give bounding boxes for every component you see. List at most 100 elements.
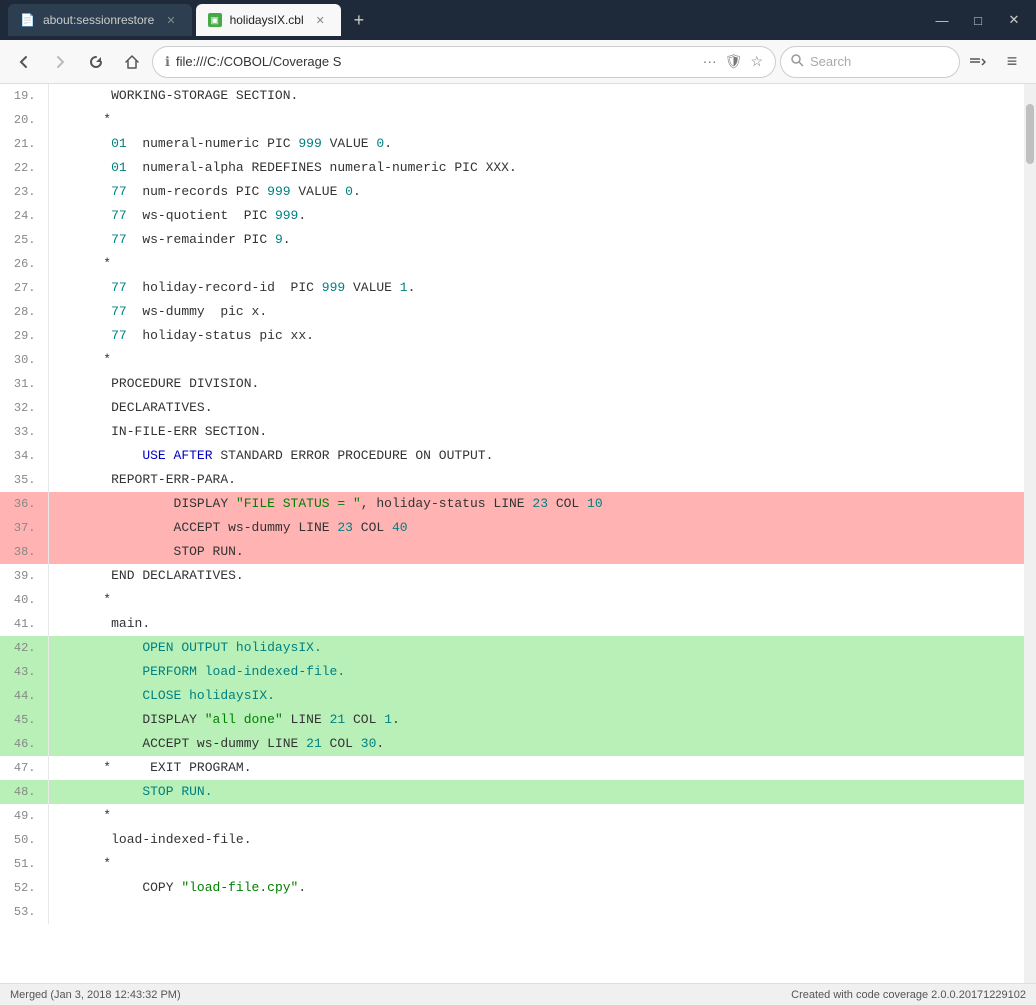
line-number: 46. bbox=[0, 732, 48, 756]
browser-window: 📄 about:sessionrestore ✕ ▣ holidaysIX.cb… bbox=[0, 0, 1036, 1005]
scrollbar[interactable] bbox=[1024, 84, 1036, 983]
close-button[interactable]: ✕ bbox=[1000, 9, 1028, 31]
nav-overflow-button[interactable] bbox=[964, 48, 992, 76]
line-number: 33. bbox=[0, 420, 48, 444]
table-row: 22. 01 numeral-alpha REDEFINES numeral-n… bbox=[0, 156, 1024, 180]
code-line: 77 holiday-status pic xx. bbox=[48, 324, 1024, 348]
more-options-icon[interactable]: ··· bbox=[703, 53, 717, 70]
code-line: load-indexed-file. bbox=[48, 828, 1024, 852]
hamburger-menu-button[interactable]: ≡ bbox=[996, 46, 1028, 78]
maximize-button[interactable]: □ bbox=[964, 9, 992, 31]
table-row: 51. * bbox=[0, 852, 1024, 876]
table-row: 37. ACCEPT ws-dummy LINE 23 COL 40 bbox=[0, 516, 1024, 540]
line-number: 22. bbox=[0, 156, 48, 180]
line-number: 25. bbox=[0, 228, 48, 252]
code-line: PROCEDURE DIVISION. bbox=[48, 372, 1024, 396]
table-row: 49. * bbox=[0, 804, 1024, 828]
code-line: WORKING-STORAGE SECTION. bbox=[48, 84, 1024, 108]
table-row: 50. load-indexed-file. bbox=[0, 828, 1024, 852]
status-left: Merged (Jan 3, 2018 12:43:32 PM) bbox=[10, 989, 181, 1001]
table-row: 48. STOP RUN. bbox=[0, 780, 1024, 804]
line-number: 49. bbox=[0, 804, 48, 828]
table-row: 19. WORKING-STORAGE SECTION. bbox=[0, 84, 1024, 108]
table-row: 43. PERFORM load-indexed-file. bbox=[0, 660, 1024, 684]
code-line: 77 ws-quotient PIC 999. bbox=[48, 204, 1024, 228]
table-row: 42. OPEN OUTPUT holidaysIX. bbox=[0, 636, 1024, 660]
code-table: 19. WORKING-STORAGE SECTION.20. *21. 01 … bbox=[0, 84, 1024, 924]
tab-session-restore[interactable]: 📄 about:sessionrestore ✕ bbox=[8, 4, 192, 36]
scrollbar-thumb[interactable] bbox=[1026, 104, 1034, 164]
code-line: * bbox=[48, 108, 1024, 132]
code-line: STOP RUN. bbox=[48, 780, 1024, 804]
nav-bar: ℹ file:///C:/COBOL/Coverage S ··· 🛡 ☆ Se… bbox=[0, 40, 1036, 84]
tab-close-session[interactable]: ✕ bbox=[162, 12, 179, 29]
tab-label-holidays: holidaysIX.cbl bbox=[230, 13, 304, 27]
line-number: 39. bbox=[0, 564, 48, 588]
table-row: 47. * EXIT PROGRAM. bbox=[0, 756, 1024, 780]
code-line: 77 holiday-record-id PIC 999 VALUE 1. bbox=[48, 276, 1024, 300]
line-number: 20. bbox=[0, 108, 48, 132]
minimize-button[interactable]: — bbox=[928, 9, 956, 31]
line-number: 29. bbox=[0, 324, 48, 348]
line-number: 48. bbox=[0, 780, 48, 804]
code-line: DISPLAY "all done" LINE 21 COL 1. bbox=[48, 708, 1024, 732]
new-tab-button[interactable]: + bbox=[345, 6, 373, 34]
line-number: 44. bbox=[0, 684, 48, 708]
table-row: 38. STOP RUN. bbox=[0, 540, 1024, 564]
code-line: OPEN OUTPUT holidaysIX. bbox=[48, 636, 1024, 660]
table-row: 28. 77 ws-dummy pic x. bbox=[0, 300, 1024, 324]
line-number: 32. bbox=[0, 396, 48, 420]
table-row: 20. * bbox=[0, 108, 1024, 132]
search-bar[interactable]: Search bbox=[780, 46, 960, 78]
code-line: 77 ws-dummy pic x. bbox=[48, 300, 1024, 324]
table-row: 45. DISPLAY "all done" LINE 21 COL 1. bbox=[0, 708, 1024, 732]
code-line bbox=[48, 900, 1024, 924]
table-row: 53. bbox=[0, 900, 1024, 924]
line-number: 43. bbox=[0, 660, 48, 684]
code-line: ACCEPT ws-dummy LINE 21 COL 30. bbox=[48, 732, 1024, 756]
code-line: DISPLAY "FILE STATUS = ", holiday-status… bbox=[48, 492, 1024, 516]
window-controls: — □ ✕ bbox=[928, 9, 1028, 31]
table-row: 46. ACCEPT ws-dummy LINE 21 COL 30. bbox=[0, 732, 1024, 756]
table-row: 44. CLOSE holidaysIX. bbox=[0, 684, 1024, 708]
code-line: * EXIT PROGRAM. bbox=[48, 756, 1024, 780]
forward-button[interactable] bbox=[44, 46, 76, 78]
code-line: REPORT-ERR-PARA. bbox=[48, 468, 1024, 492]
code-line: PERFORM load-indexed-file. bbox=[48, 660, 1024, 684]
line-number: 36. bbox=[0, 492, 48, 516]
table-row: 29. 77 holiday-status pic xx. bbox=[0, 324, 1024, 348]
table-row: 27. 77 holiday-record-id PIC 999 VALUE 1… bbox=[0, 276, 1024, 300]
bookmark-icon[interactable]: ☆ bbox=[750, 53, 763, 70]
line-number: 21. bbox=[0, 132, 48, 156]
search-placeholder: Search bbox=[810, 54, 851, 69]
back-button[interactable] bbox=[8, 46, 40, 78]
code-line: 77 num-records PIC 999 VALUE 0. bbox=[48, 180, 1024, 204]
pocket-icon[interactable]: 🛡 bbox=[725, 53, 743, 70]
code-area[interactable]: 19. WORKING-STORAGE SECTION.20. *21. 01 … bbox=[0, 84, 1024, 983]
table-row: 32. DECLARATIVES. bbox=[0, 396, 1024, 420]
table-row: 23. 77 num-records PIC 999 VALUE 0. bbox=[0, 180, 1024, 204]
tab-holidays[interactable]: ▣ holidaysIX.cbl ✕ bbox=[196, 4, 341, 36]
line-number: 52. bbox=[0, 876, 48, 900]
code-line: 01 numeral-numeric PIC 999 VALUE 0. bbox=[48, 132, 1024, 156]
code-line: USE AFTER STANDARD ERROR PROCEDURE ON OU… bbox=[48, 444, 1024, 468]
line-number: 45. bbox=[0, 708, 48, 732]
address-actions: ··· 🛡 ☆ bbox=[703, 53, 763, 70]
address-bar[interactable]: ℹ file:///C:/COBOL/Coverage S ··· 🛡 ☆ bbox=[152, 46, 776, 78]
code-line: * bbox=[48, 852, 1024, 876]
code-line: * bbox=[48, 588, 1024, 612]
table-row: 41. main. bbox=[0, 612, 1024, 636]
line-number: 19. bbox=[0, 84, 48, 108]
refresh-button[interactable] bbox=[80, 46, 112, 78]
line-number: 35. bbox=[0, 468, 48, 492]
line-number: 53. bbox=[0, 900, 48, 924]
home-button[interactable] bbox=[116, 46, 148, 78]
table-row: 21. 01 numeral-numeric PIC 999 VALUE 0. bbox=[0, 132, 1024, 156]
tab-favicon-session: 📄 bbox=[20, 13, 35, 27]
table-row: 31. PROCEDURE DIVISION. bbox=[0, 372, 1024, 396]
table-row: 34. USE AFTER STANDARD ERROR PROCEDURE O… bbox=[0, 444, 1024, 468]
table-row: 52. COPY "load-file.cpy". bbox=[0, 876, 1024, 900]
code-line: 77 ws-remainder PIC 9. bbox=[48, 228, 1024, 252]
tab-close-holidays[interactable]: ✕ bbox=[312, 12, 329, 29]
code-line: ACCEPT ws-dummy LINE 23 COL 40 bbox=[48, 516, 1024, 540]
